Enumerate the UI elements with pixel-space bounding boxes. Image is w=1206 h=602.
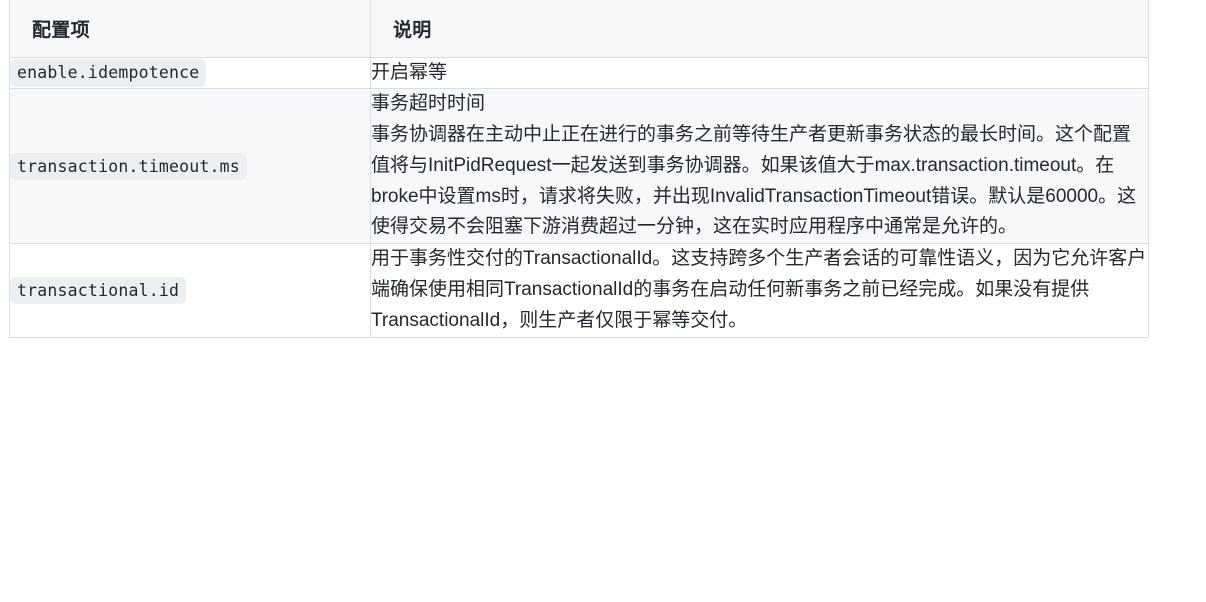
config-table: 配置项 说明 enable.idempotence 开启幂等 transacti… bbox=[9, 0, 1149, 338]
config-description-text: 事务超时时间 事务协调器在主动中止正在进行的事务之前等待生产者更新事务状态的最长… bbox=[371, 93, 1137, 238]
column-header-description: 说明 bbox=[370, 0, 1149, 58]
column-header-key: 配置项 bbox=[9, 0, 371, 58]
page-root: 配置项 说明 enable.idempotence 开启幂等 transacti… bbox=[0, 0, 1206, 602]
config-key-cell: transaction.timeout.ms bbox=[9, 88, 371, 245]
config-table-container: 配置项 说明 enable.idempotence 开启幂等 transacti… bbox=[9, 0, 1149, 338]
config-description-text: 开启幂等 bbox=[371, 62, 448, 83]
config-description-cell: 事务超时时间 事务协调器在主动中止正在进行的事务之前等待生产者更新事务状态的最长… bbox=[370, 88, 1149, 245]
table-row: enable.idempotence 开启幂等 bbox=[9, 56, 1149, 90]
config-key-code: transactional.id bbox=[10, 276, 187, 305]
config-key-code: enable.idempotence bbox=[10, 59, 207, 87]
table-header-row: 配置项 说明 bbox=[9, 0, 1149, 58]
table-body: enable.idempotence 开启幂等 transaction.time… bbox=[9, 56, 1149, 338]
table-header: 配置项 说明 bbox=[9, 0, 1149, 58]
config-description-text: 用于事务性交付的TransactionalId。这支持跨多个生产者会话的可靠性语… bbox=[371, 248, 1147, 331]
config-description-cell: 用于事务性交付的TransactionalId。这支持跨多个生产者会话的可靠性语… bbox=[370, 243, 1149, 338]
table-row: transaction.timeout.ms 事务超时时间 事务协调器在主动中止… bbox=[9, 88, 1149, 245]
table-row: transactional.id 用于事务性交付的TransactionalId… bbox=[9, 243, 1149, 338]
config-key-code: transaction.timeout.ms bbox=[10, 152, 247, 181]
config-key-cell: transactional.id bbox=[9, 243, 371, 338]
config-key-cell: enable.idempotence bbox=[9, 56, 371, 90]
config-description-cell: 开启幂等 bbox=[370, 56, 1149, 90]
